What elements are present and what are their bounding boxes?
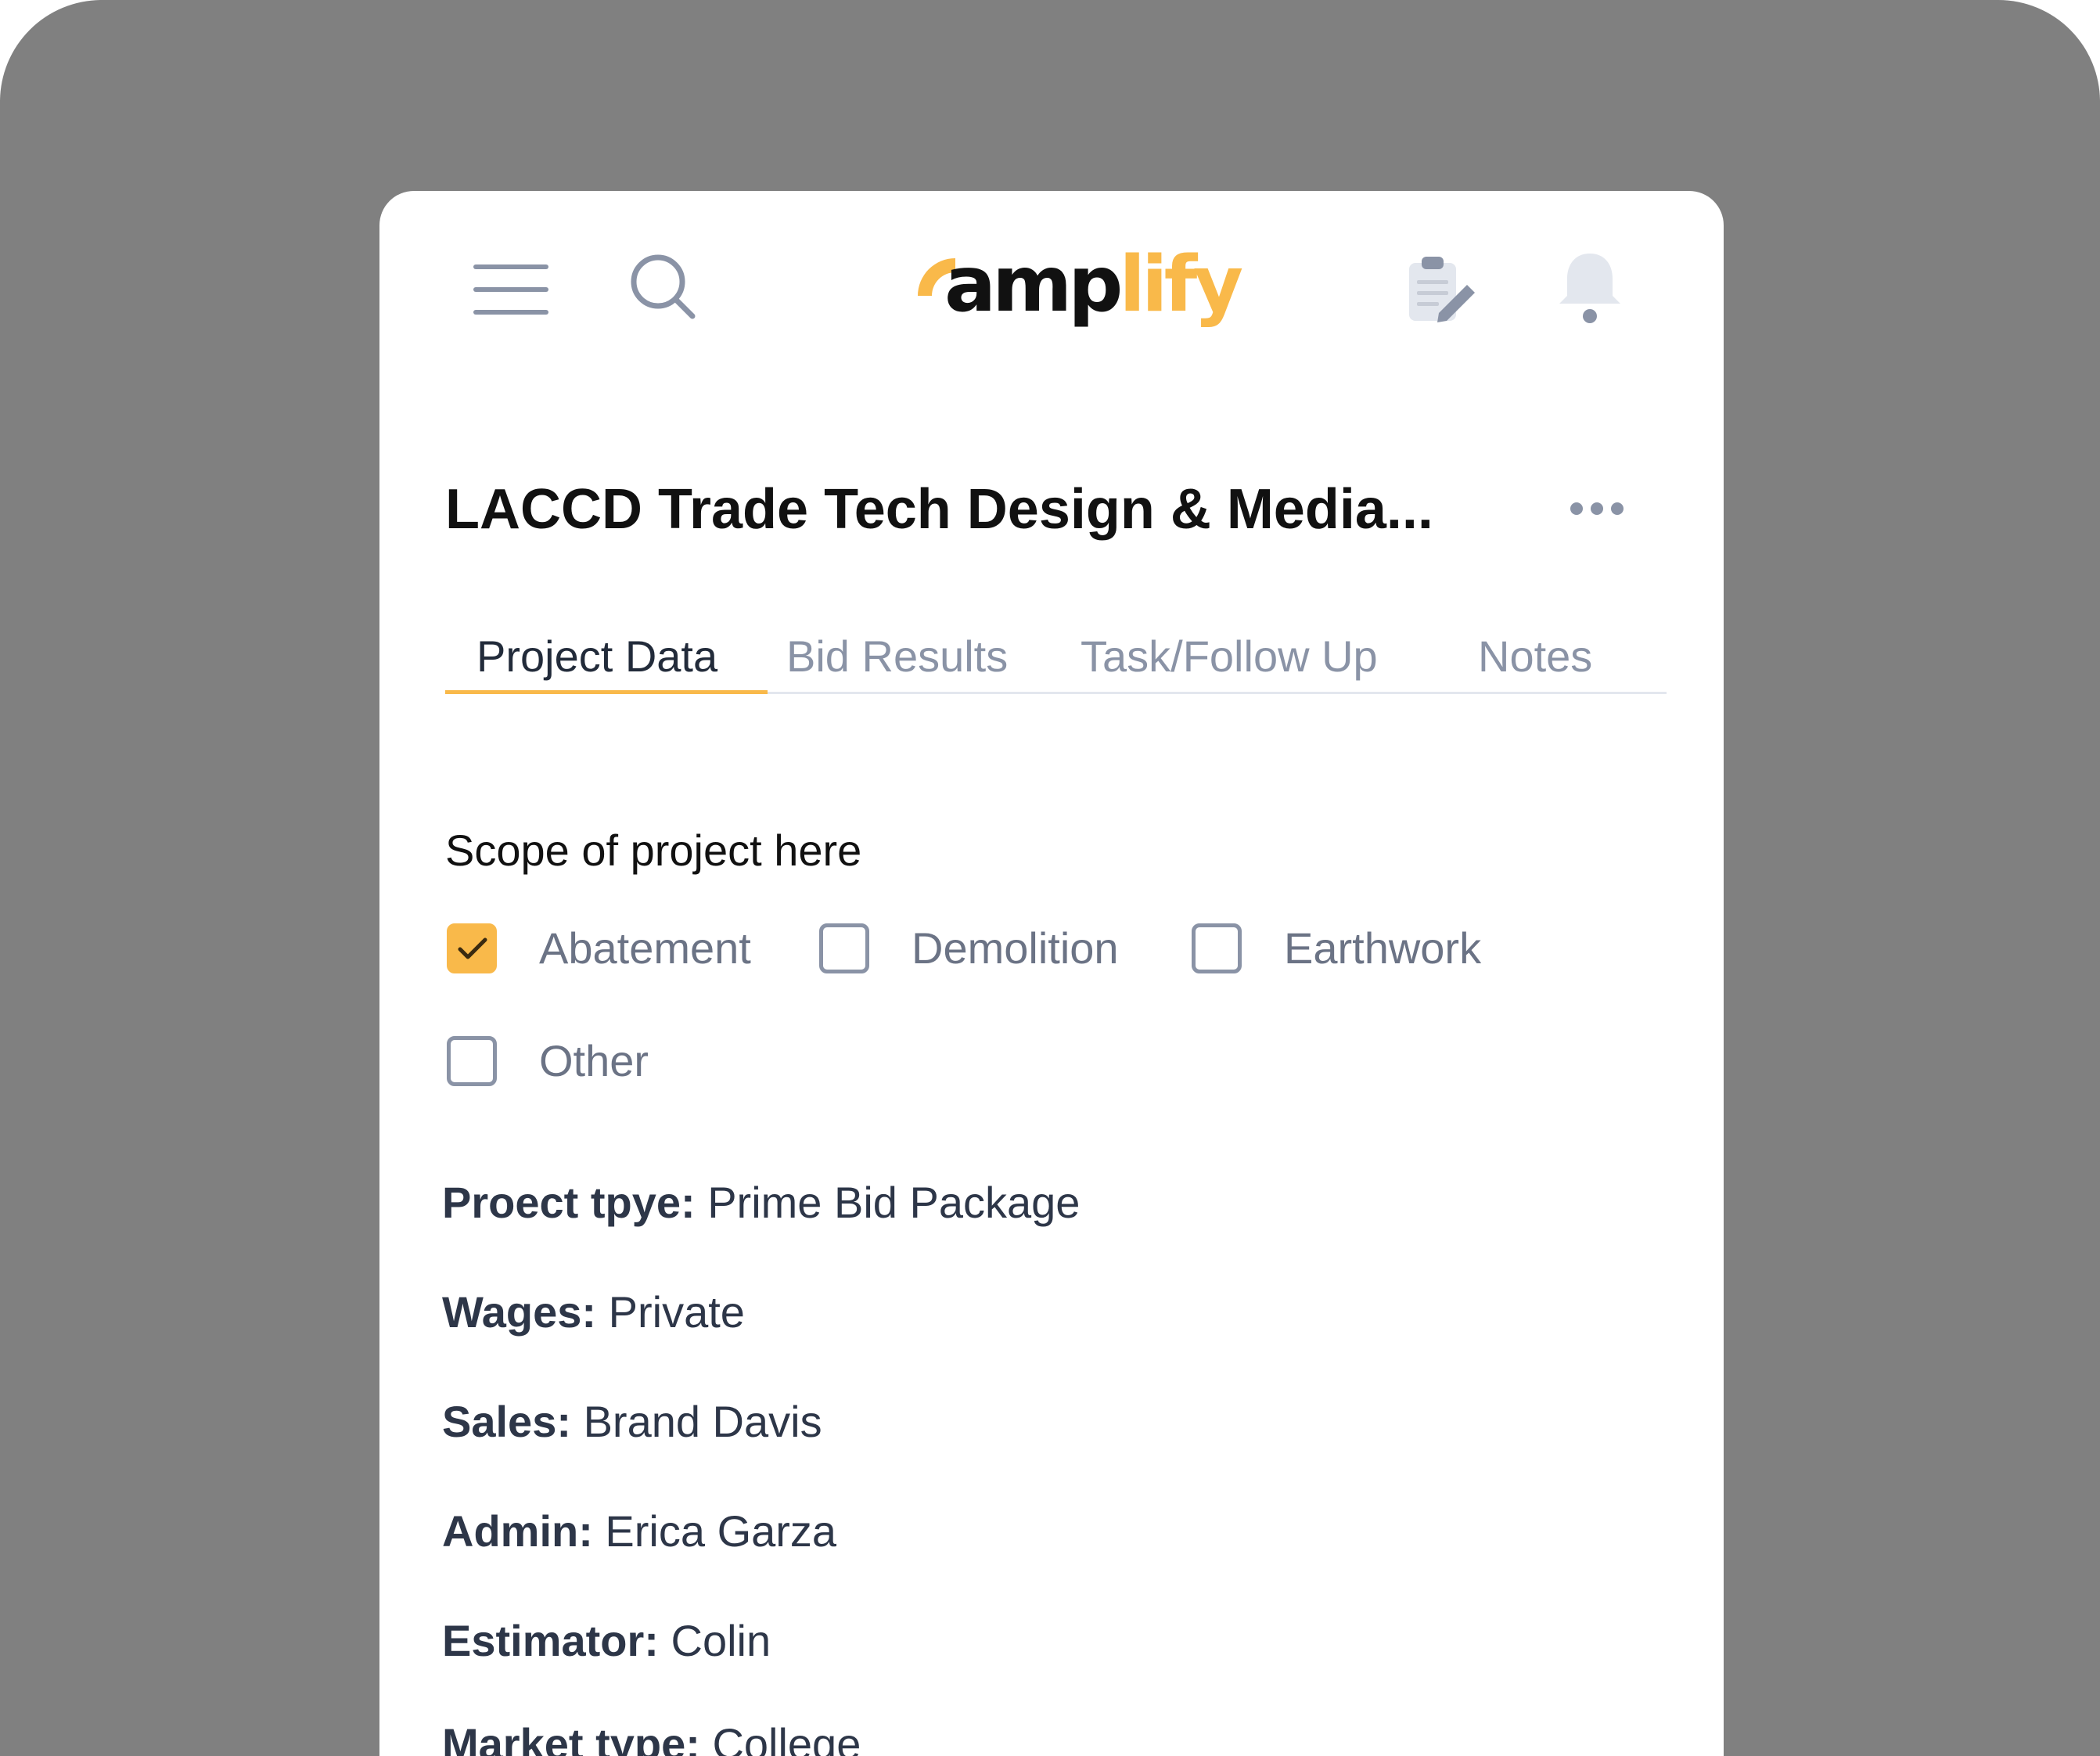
- detail-market-type: Market type: College: [442, 1717, 861, 1756]
- menu-icon[interactable]: [472, 260, 550, 319]
- detail-label: Admin:: [442, 1506, 593, 1556]
- checkbox-label: Earthwork: [1284, 923, 1482, 973]
- detail-label: Estimator:: [442, 1616, 659, 1665]
- detail-sales: Sales: Brand Davis: [442, 1394, 822, 1449]
- checkbox-box[interactable]: [819, 923, 869, 973]
- tab-task-follow-up[interactable]: Task/Follow Up: [1081, 629, 1378, 692]
- checkmark-icon: [458, 937, 487, 959]
- checkbox-box[interactable]: [447, 923, 497, 973]
- checkbox-label: Other: [539, 1036, 649, 1085]
- detail-value: College: [712, 1719, 861, 1756]
- checkbox-label: Demolition: [912, 923, 1119, 973]
- detail-value: Colin: [671, 1616, 771, 1665]
- detail-label: Proect tpye:: [442, 1178, 696, 1227]
- tab-bar: Project Data Bid Results Task/Follow Up …: [445, 629, 1667, 694]
- scope-label: Scope of project here: [445, 826, 862, 875]
- detail-admin: Admin: Erica Garza: [442, 1504, 836, 1559]
- checkbox-box[interactable]: [1192, 923, 1242, 973]
- search-icon[interactable]: [628, 252, 699, 322]
- checkbox-label: Abatement: [539, 923, 751, 973]
- clipboard-edit-icon[interactable]: [1403, 252, 1481, 330]
- detail-label: Market type:: [442, 1719, 700, 1756]
- detail-value: Prime Bid Package: [707, 1178, 1081, 1227]
- detail-label: Sales:: [442, 1397, 571, 1446]
- tab-notes[interactable]: Notes: [1478, 629, 1592, 692]
- detail-wages: Wages: Private: [442, 1285, 745, 1340]
- active-tab-indicator: [445, 690, 768, 694]
- bell-icon[interactable]: [1556, 250, 1624, 326]
- detail-value: Private: [608, 1287, 745, 1337]
- detail-estimator: Estimator: Colin: [442, 1614, 771, 1668]
- ellipsis-icon[interactable]: [1569, 500, 1625, 517]
- tab-bid-results[interactable]: Bid Results: [786, 629, 1008, 692]
- page-title: LACCD Trade Tech Design & Media...: [445, 478, 1433, 541]
- detail-project-type: Proect tpye: Prime Bid Package: [442, 1175, 1080, 1230]
- checkbox-box[interactable]: [447, 1036, 497, 1086]
- logo-text: amplify: [944, 240, 1243, 329]
- device-frame: amplify LACCD Trade Tech Design & Media.…: [0, 0, 2100, 1756]
- tab-project-data[interactable]: Project Data: [476, 629, 717, 692]
- detail-label: Wages:: [442, 1287, 597, 1337]
- detail-value: Brand Davis: [583, 1397, 822, 1446]
- app-logo: amplify: [912, 236, 1243, 338]
- app-card: amplify LACCD Trade Tech Design & Media.…: [379, 191, 1724, 1756]
- detail-value: Erica Garza: [605, 1506, 837, 1556]
